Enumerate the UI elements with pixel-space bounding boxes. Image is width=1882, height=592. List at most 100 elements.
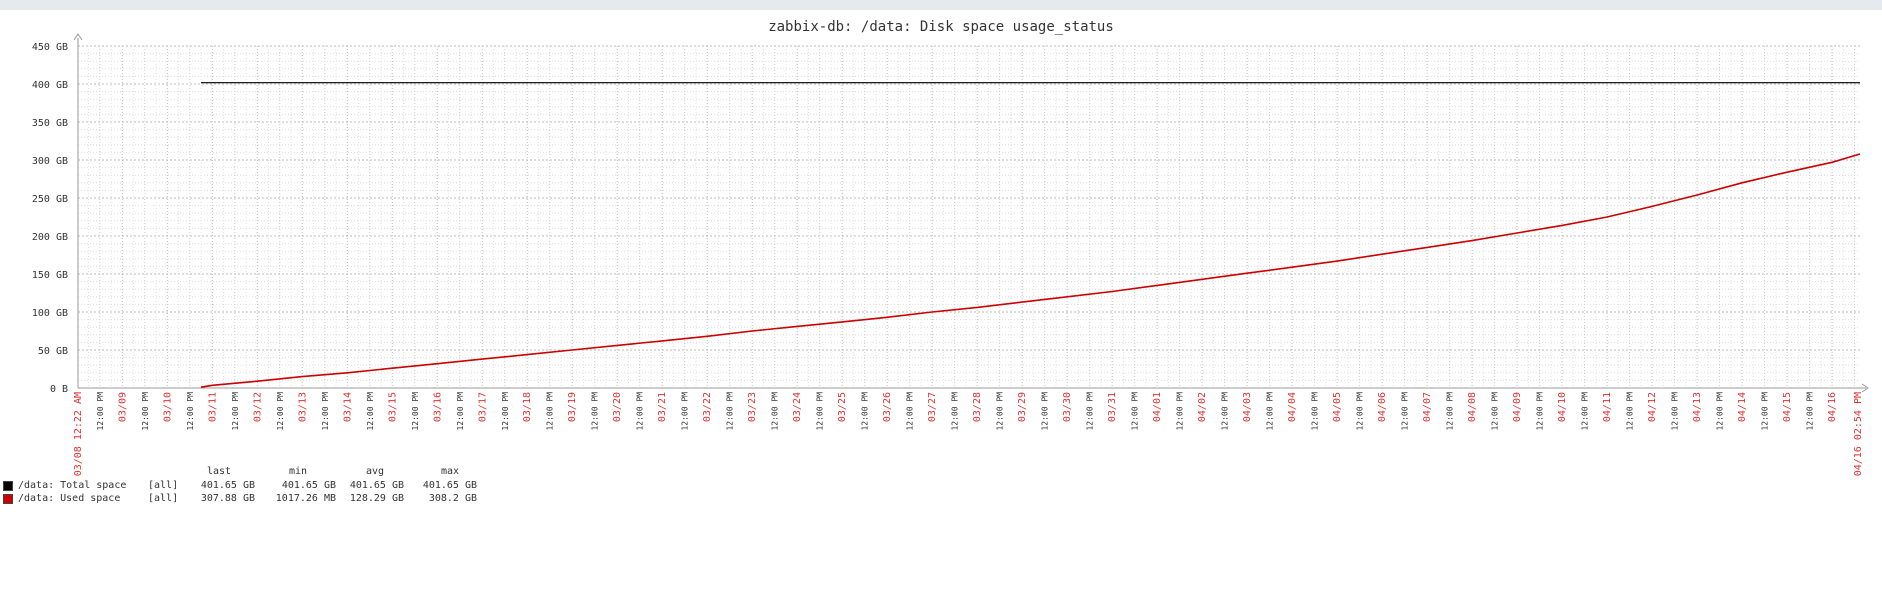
- x-day-label: 03/14: [342, 392, 353, 422]
- legend-row-used: /data: Used space [all] 307.88 GB 1017.2…: [3, 493, 477, 506]
- y-tick-label: 0 B: [50, 384, 68, 395]
- x-day-label: 03/28: [972, 392, 983, 422]
- x-day-label: 04/06: [1377, 392, 1388, 422]
- x-day-label: 03/25: [837, 392, 848, 422]
- y-tick-label: 50 GB: [38, 346, 68, 357]
- legend-header-min: min: [288, 466, 308, 477]
- x-day-label: 03/16: [432, 392, 443, 422]
- x-day-label: 03/11: [207, 392, 218, 422]
- x-day-label: 04/11: [1602, 392, 1613, 422]
- x-noon-label: 12:00 PM: [1401, 392, 1410, 431]
- x-noon-label: 12:00 PM: [96, 392, 105, 431]
- x-day-label: 03/21: [657, 392, 668, 422]
- x-day-label: 04/05: [1332, 392, 1343, 422]
- x-day-label: 03/22: [702, 392, 713, 422]
- legend-avg: 401.65 GB: [349, 480, 404, 491]
- x-noon-label: 12:00 PM: [1761, 392, 1770, 431]
- x-noon-label: 12:00 PM: [1266, 392, 1275, 431]
- y-tick-label: 200 GB: [32, 232, 68, 243]
- legend-min: 401.65 GB: [281, 480, 336, 491]
- x-day-label: 04/01: [1152, 392, 1163, 422]
- x-day-label: 03/20: [612, 392, 623, 422]
- x-day-label: 03/18: [522, 392, 533, 422]
- x-noon-label: 12:00 PM: [1131, 392, 1140, 431]
- y-tick-label: 450 GB: [32, 42, 68, 53]
- y-tick-label: 150 GB: [32, 270, 68, 281]
- x-day-label: 04/12: [1647, 392, 1658, 422]
- legend-scope: [all]: [148, 480, 179, 491]
- x-noon-label: 12:00 PM: [411, 392, 420, 431]
- x-noon-label: 12:00 PM: [186, 392, 195, 431]
- legend-swatch-used: [3, 494, 13, 504]
- x-noon-label: 12:00 PM: [1716, 392, 1725, 431]
- x-noon-label: 12:00 PM: [1311, 392, 1320, 431]
- y-tick-label: 400 GB: [32, 80, 68, 91]
- legend-max: 308.2 GB: [428, 493, 477, 504]
- x-day-label: 04/03: [1242, 392, 1253, 422]
- x-noon-label: 12:00 PM: [636, 392, 645, 431]
- x-noon-label: 12:00 PM: [366, 392, 375, 431]
- x-noon-label: 12:00 PM: [861, 392, 870, 431]
- y-tick-label: 350 GB: [32, 118, 68, 129]
- y-tick-label: 250 GB: [32, 194, 68, 205]
- series-used-space-line: [200, 153, 1861, 388]
- legend-min: 1017.26 MB: [275, 493, 336, 504]
- x-day-label: 03/26: [882, 392, 893, 422]
- x-noon-label: 12:00 PM: [141, 392, 150, 431]
- x-day-label: 03/29: [1017, 392, 1028, 422]
- y-tick-label: 100 GB: [32, 308, 68, 319]
- x-noon-label: 12:00 PM: [501, 392, 510, 431]
- x-day-label: 03/13: [297, 392, 308, 422]
- x-noon-label: 12:00 PM: [1041, 392, 1050, 431]
- x-day-label: 03/15: [387, 392, 398, 422]
- x-noon-label: 12:00 PM: [1536, 392, 1545, 431]
- x-day-label: 04/09: [1512, 392, 1523, 422]
- x-day-label: 04/15: [1782, 392, 1793, 422]
- legend-swatch-total: [3, 481, 13, 491]
- x-day-label: 03/17: [477, 392, 488, 422]
- x-day-label: 03/30: [1062, 392, 1073, 422]
- disk-usage-chart: 0 B 50 GB 100 GB 150 GB 200 GB 250 GB 300 GB 35…: [32, 33, 1869, 476]
- x-noon-label: 12:00 PM: [1446, 392, 1455, 431]
- x-day-label: 04/07: [1422, 392, 1433, 422]
- y-tick-label: 300 GB: [32, 156, 68, 167]
- legend-scope: [all]: [148, 493, 179, 504]
- legend-last: 307.88 GB: [200, 493, 255, 504]
- x-day-label: 04/08: [1467, 392, 1478, 422]
- x-noon-label: 12:00 PM: [726, 392, 735, 431]
- x-day-label: 03/31: [1107, 392, 1118, 422]
- x-noon-label: 12:00 PM: [231, 392, 240, 431]
- x-noon-label: 12:00 PM: [1581, 392, 1590, 431]
- x-noon-label: 12:00 PM: [996, 392, 1005, 431]
- x-noon-label: 12:00 PM: [681, 392, 690, 431]
- x-end-label: 04/16 02:54 PM: [1853, 392, 1864, 476]
- x-day-label: 04/10: [1557, 392, 1568, 422]
- x-noon-label: 12:00 PM: [1626, 392, 1635, 431]
- x-day-label: 03/19: [567, 392, 578, 422]
- x-noon-label: 12:00 PM: [456, 392, 465, 431]
- x-day-label: 04/13: [1692, 392, 1703, 422]
- x-noon-label: 12:00 PM: [816, 392, 825, 431]
- x-day-label: 03/09: [117, 392, 128, 422]
- legend-name: /data: Used space: [18, 493, 121, 504]
- x-noon-label: 12:00 PM: [1221, 392, 1230, 431]
- x-day-label: 03/10: [162, 392, 173, 422]
- legend-header-last: last: [206, 466, 232, 477]
- x-day-label: 03/12: [252, 392, 263, 422]
- x-noon-label: 12:00 PM: [321, 392, 330, 431]
- x-noon-label: 12:00 PM: [1086, 392, 1095, 431]
- x-start-label: 03/08 12:22 AM: [73, 392, 84, 476]
- x-day-label: 04/14: [1737, 392, 1748, 422]
- x-noon-label: 12:00 PM: [546, 392, 555, 431]
- x-noon-label: 12:00 PM: [771, 392, 780, 431]
- x-day-label: 04/04: [1287, 392, 1298, 422]
- legend-header-max: max: [440, 466, 460, 477]
- x-noon-label: 12:00 PM: [1491, 392, 1500, 431]
- legend-header-avg: avg: [365, 466, 385, 477]
- x-noon-label: 12:00 PM: [1671, 392, 1680, 431]
- x-noon-label: 12:00 PM: [951, 392, 960, 431]
- x-noon-label: 12:00 PM: [1806, 392, 1815, 431]
- x-noon-label: 12:00 PM: [1356, 392, 1365, 431]
- x-day-label: 03/23: [747, 392, 758, 422]
- x-noon-label: 12:00 PM: [591, 392, 600, 431]
